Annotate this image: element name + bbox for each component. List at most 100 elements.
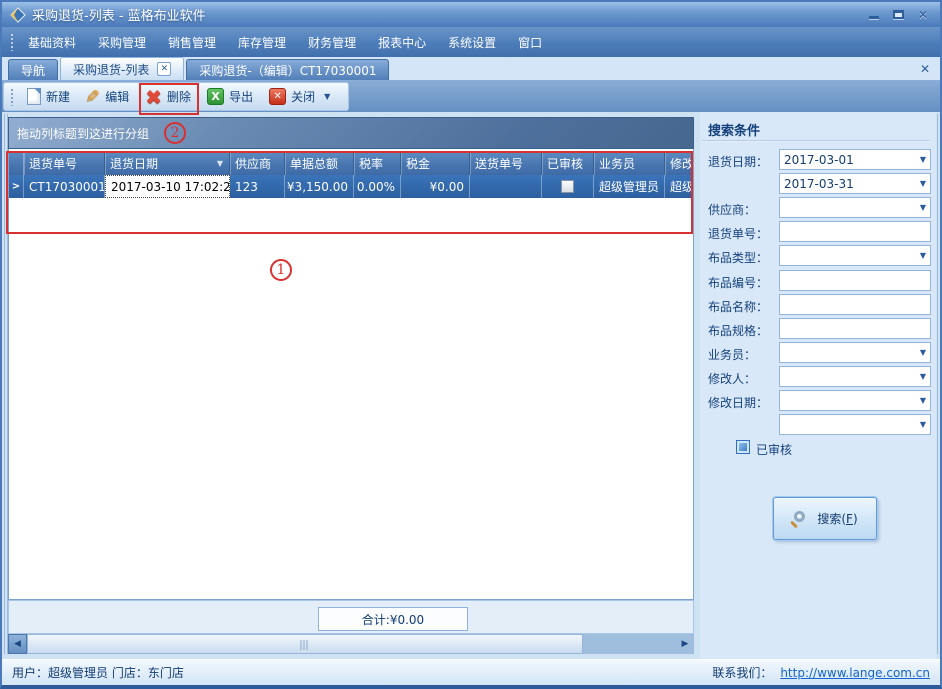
chevron-down-icon[interactable]: ▼ xyxy=(920,251,926,260)
column-header-total-amount[interactable]: 单据总额 xyxy=(285,151,354,175)
cell-return-no[interactable]: CT17030001 xyxy=(24,175,105,198)
column-header-salesman[interactable]: 业务员 xyxy=(594,151,665,175)
right-splitter xyxy=(937,114,938,654)
new-button-label: 新建 xyxy=(46,88,70,105)
title-bar: 采购退货-列表 - 蓝格布业软件 ✕ xyxy=(2,2,940,27)
chevron-down-icon[interactable]: ▼ xyxy=(920,348,926,357)
fabric-name-field[interactable] xyxy=(779,294,931,315)
date-from-field[interactable]: 2017-03-01 ▼ xyxy=(779,149,931,170)
minimize-icon[interactable] xyxy=(869,16,879,19)
chevron-down-icon[interactable]: ▼ xyxy=(324,92,330,101)
supplier-field[interactable]: ▼ xyxy=(779,197,931,218)
menu-item-window[interactable]: 窗口 xyxy=(509,30,551,55)
cell-supplier[interactable]: 123 xyxy=(230,175,285,198)
document-tab-bar: 导航 采购退货-列表 ✕ 采购退货-（编辑）CT17030001 ✕ xyxy=(2,57,940,81)
supplier-label: 供应商： xyxy=(708,201,756,218)
tab-purchase-return-edit[interactable]: 采购退货-（编辑）CT17030001 xyxy=(186,59,389,80)
close-tab-button[interactable]: ✕ 关闭 ▼ xyxy=(261,86,338,107)
chevron-down-icon[interactable]: ▼ xyxy=(920,420,926,429)
column-header-label: 已审核 xyxy=(547,155,583,172)
delete-button-label: 删除 xyxy=(167,88,191,105)
cell-return-date[interactable]: 2017-03-10 17:02:24 xyxy=(105,175,230,198)
chevron-down-icon[interactable]: ▼ xyxy=(920,372,926,381)
cell-delivery-no[interactable] xyxy=(470,175,542,198)
tab-purchase-return-list[interactable]: 采购退货-列表 ✕ xyxy=(60,57,184,80)
edit-button[interactable]: ✎ 编辑 xyxy=(78,85,137,109)
delete-button[interactable]: ✖ 删除 xyxy=(137,83,199,111)
tabbar-close-icon[interactable]: ✕ xyxy=(920,62,930,76)
cell-salesman[interactable]: 超级管理员 xyxy=(594,175,665,198)
date-to-field[interactable]: 2017-03-31 ▼ xyxy=(779,173,931,194)
cell-tax[interactable]: ¥0.00 xyxy=(401,175,470,198)
tab-purchase-return-list-label: 采购退货-列表 xyxy=(73,61,149,78)
grid-header-row: 退货单号 退货日期▼ 供应商 单据总额 税率 税金 送货单号 已审核 业务员 修… xyxy=(9,151,694,175)
modifier-label: 修改人： xyxy=(708,370,756,387)
table-row[interactable]: > CT17030001 2017-03-10 17:02:24 123 ¥3,… xyxy=(9,175,694,198)
tab-close-icon[interactable]: ✕ xyxy=(157,62,171,76)
menu-item-purchase[interactable]: 采购管理 xyxy=(89,30,155,55)
fabric-spec-field[interactable] xyxy=(779,318,931,339)
close-button-label: 关闭 xyxy=(291,88,315,105)
horizontal-scrollbar[interactable]: ◀ ▶ xyxy=(8,634,694,654)
salesman-field[interactable]: ▼ xyxy=(779,342,931,363)
column-header-supplier[interactable]: 供应商 xyxy=(230,151,285,175)
menu-item-inventory[interactable]: 库存管理 xyxy=(229,30,295,55)
tab-navigation[interactable]: 导航 xyxy=(8,59,58,80)
modify-date-from-field[interactable]: ▼ xyxy=(779,390,931,411)
menu-item-reports[interactable]: 报表中心 xyxy=(369,30,435,55)
cell-tax-rate[interactable]: 0.00% xyxy=(354,175,401,198)
column-header-return-no[interactable]: 退货单号 xyxy=(24,151,105,175)
edit-button-label: 编辑 xyxy=(105,88,129,105)
chevron-down-icon[interactable]: ▼ xyxy=(920,155,926,164)
chevron-down-icon[interactable]: ▼ xyxy=(920,179,926,188)
column-header-delivery-no[interactable]: 送货单号 xyxy=(470,151,542,175)
cell-total-amount[interactable]: ¥3,150.00 xyxy=(285,175,354,198)
toolbar-grip-icon xyxy=(10,88,15,106)
return-no-field[interactable] xyxy=(779,221,931,242)
contact-label: 联系我们： xyxy=(712,664,772,681)
fabric-type-field[interactable]: ▼ xyxy=(779,245,931,266)
column-header-label: 业务员 xyxy=(599,155,635,172)
scrollbar-track[interactable] xyxy=(583,634,676,654)
modify-date-label: 修改日期： xyxy=(708,394,768,411)
audited-checkbox[interactable] xyxy=(561,180,574,193)
total-summary: 合计:¥0.00 xyxy=(318,607,468,631)
maximize-icon[interactable] xyxy=(893,10,904,19)
menu-item-sales[interactable]: 销售管理 xyxy=(159,30,225,55)
new-button[interactable]: 新建 xyxy=(19,86,78,107)
total-label: 合计:¥0.00 xyxy=(362,611,424,628)
column-header-tax-rate[interactable]: 税率 xyxy=(354,151,401,175)
menu-bar: 基础资料 采购管理 销售管理 库存管理 财务管理 报表中心 系统设置 窗口 xyxy=(2,27,940,57)
cell-modifier[interactable]: 超级管理员 xyxy=(665,175,694,198)
return-date-label: 退货日期： xyxy=(708,153,768,170)
modify-date-to-field[interactable]: ▼ xyxy=(779,414,931,435)
scroll-right-icon[interactable]: ▶ xyxy=(676,634,694,654)
fabric-no-label: 布品编号： xyxy=(708,274,768,291)
menu-item-settings[interactable]: 系统设置 xyxy=(439,30,505,55)
chevron-down-icon[interactable]: ▼ xyxy=(920,396,926,405)
scrollbar-thumb[interactable] xyxy=(27,634,583,654)
audited-filter-checkbox[interactable] xyxy=(736,440,750,454)
menu-item-base-data[interactable]: 基础资料 xyxy=(19,30,85,55)
search-button-label: 搜索(F) xyxy=(817,510,857,527)
group-by-bar[interactable]: 拖动列标题到这进行分组 xyxy=(8,117,694,149)
column-header-audited[interactable]: 已审核 xyxy=(542,151,594,175)
fabric-no-field[interactable] xyxy=(779,270,931,291)
column-header-tax[interactable]: 税金 xyxy=(401,151,470,175)
menu-item-finance[interactable]: 财务管理 xyxy=(299,30,365,55)
search-button[interactable]: 搜索(F) xyxy=(773,497,877,540)
column-header-modifier[interactable]: 修改人 xyxy=(665,151,694,175)
scroll-left-icon[interactable]: ◀ xyxy=(8,634,27,654)
export-button[interactable]: X 导出 xyxy=(199,86,261,107)
sort-desc-icon[interactable]: ▼ xyxy=(217,159,223,168)
purchase-return-grid: 退货单号 退货日期▼ 供应商 单据总额 税率 税金 送货单号 已审核 业务员 修… xyxy=(8,149,694,600)
column-header-return-date[interactable]: 退货日期▼ xyxy=(105,151,230,175)
tab-navigation-label: 导航 xyxy=(21,62,45,79)
column-header-label: 修改人 xyxy=(670,155,694,172)
modifier-field[interactable]: ▼ xyxy=(779,366,931,387)
close-icon[interactable]: ✕ xyxy=(918,9,928,21)
window-title: 采购退货-列表 - 蓝格布业软件 xyxy=(32,5,206,24)
website-link[interactable]: http://www.lange.com.cn xyxy=(780,666,930,680)
chevron-down-icon[interactable]: ▼ xyxy=(920,203,926,212)
cell-audited[interactable] xyxy=(542,175,594,198)
